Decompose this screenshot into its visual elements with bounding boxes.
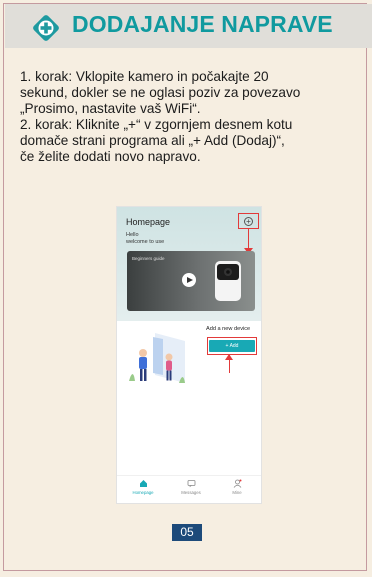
phone-screenshot: Homepage Hello welcome to use + Beginner… <box>116 206 262 504</box>
instruction-line: domače strani programa ali „+ Add (Dodaj… <box>20 133 285 148</box>
highlight-box-add-button <box>207 337 257 355</box>
play-icon[interactable] <box>182 273 196 287</box>
instruction-line: 2. korak: Kliknite „+“ v zgornjem desnem… <box>20 117 293 132</box>
app-title: Homepage <box>126 217 171 227</box>
greeting-line: welcome to use <box>126 238 165 245</box>
people-illustration-icon <box>129 333 185 383</box>
nav-item-mine[interactable]: Mine <box>217 479 257 495</box>
nav-label: Homepage <box>132 490 154 495</box>
video-card[interactable]: Beginners guide <box>127 251 255 311</box>
user-icon <box>233 479 241 488</box>
instruction-line: sekund, dokler se ne oglasi poziv za pov… <box>20 85 301 100</box>
nav-item-messages[interactable]: Messages <box>171 479 211 495</box>
instruction-line: 1. korak: Vklopite kamero in počakajte 2… <box>20 69 269 84</box>
nav-label: Messages <box>181 490 201 495</box>
add-device-label: Add a new device <box>206 326 251 332</box>
bottom-nav: Homepage Messages Mine <box>117 475 261 503</box>
message-icon <box>187 480 195 488</box>
plus-badge-icon <box>33 15 59 41</box>
instruction-line: „Prosimo, nastavite vaš WiFi“. <box>20 101 201 116</box>
highlight-box-add-icon <box>238 213 259 229</box>
instructions-text: 1. korak: Vklopite kamero in počakajte 2… <box>20 69 372 165</box>
app-greeting: Hello welcome to use <box>126 232 164 245</box>
instruction-line: če želite dodati novo napravo. <box>20 149 201 164</box>
camera-icon <box>215 261 241 301</box>
page-title: DODAJANJE NAPRAVE <box>72 11 333 37</box>
nav-label: Mine <box>232 490 242 495</box>
page-number: 05 <box>172 524 202 541</box>
home-icon <box>139 480 147 487</box>
nav-item-homepage[interactable]: Homepage <box>123 479 163 495</box>
video-label: Beginners guide <box>132 256 165 261</box>
arrow-up-icon <box>225 354 233 360</box>
